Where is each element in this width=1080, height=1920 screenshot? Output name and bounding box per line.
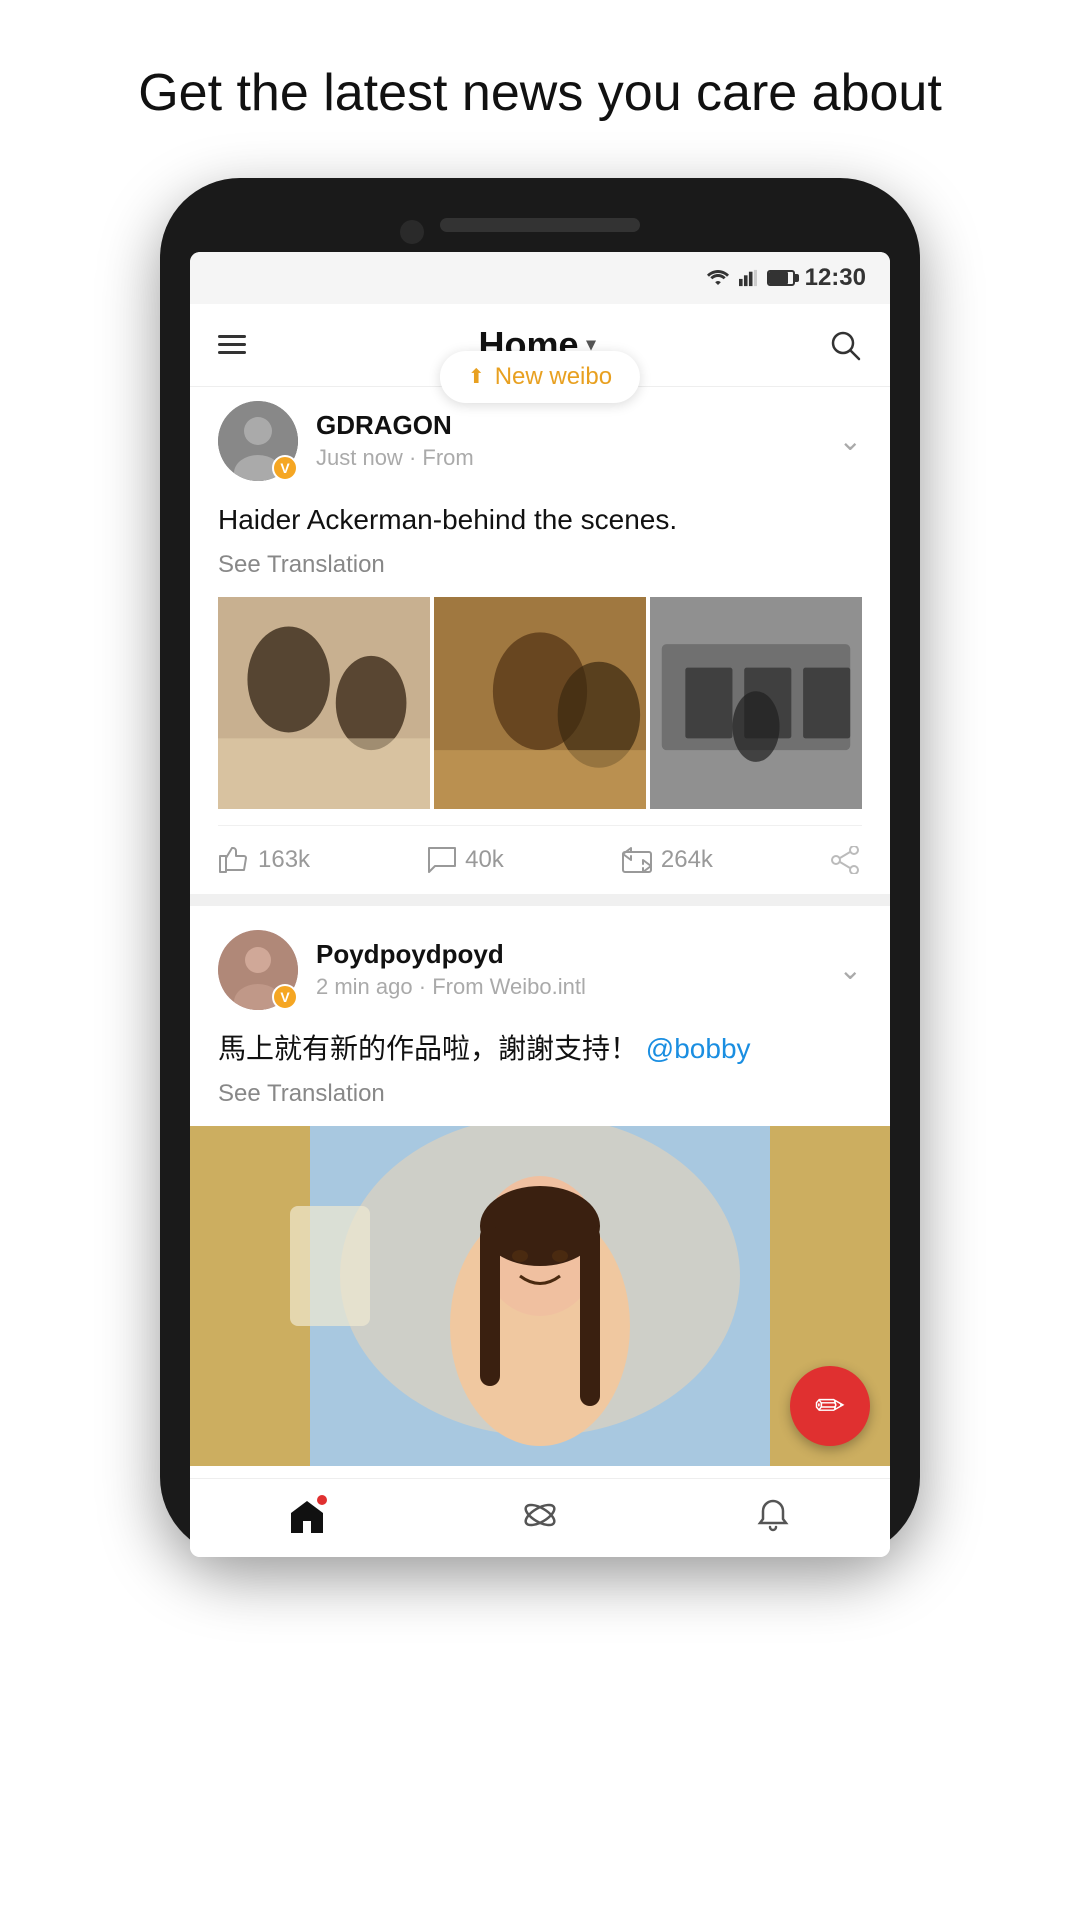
- post-image-2[interactable]: [434, 597, 646, 809]
- post-username: GDRAGON: [316, 410, 839, 441]
- post-content: Haider Ackerman-behind the scenes.: [218, 499, 862, 541]
- toast-arrow-icon: ⬆: [468, 364, 485, 389]
- see-translation-1[interactable]: See Translation: [218, 551, 862, 579]
- post-meta: GDRAGON Just now · From: [316, 410, 839, 471]
- comment-button[interactable]: 40k: [427, 846, 504, 874]
- feed: ⬆ New weibo V: [190, 387, 890, 1466]
- status-time: 12:30: [805, 264, 866, 292]
- avatar-wrap: V: [218, 401, 298, 481]
- post-header-2: V Poydpoydpoyd 2 min ago · From Weibo.in…: [218, 930, 862, 1010]
- toast-bubble[interactable]: ⬆ New weibo: [440, 351, 640, 403]
- post-image-single: ✏: [190, 1126, 890, 1466]
- compose-icon: ✏: [815, 1385, 845, 1427]
- post-image-grid: [218, 597, 862, 809]
- nav-discover[interactable]: [522, 1497, 558, 1533]
- share-button[interactable]: [830, 846, 862, 874]
- see-translation-2[interactable]: See Translation: [218, 1080, 862, 1108]
- like-button[interactable]: 163k: [218, 846, 310, 874]
- post-image-4[interactable]: [190, 1126, 890, 1466]
- post-actions: 163k 40k 264k: [218, 825, 862, 894]
- post-info: Just now · From: [316, 445, 839, 471]
- verified-badge: V: [272, 455, 298, 481]
- image-grid-3: [218, 597, 862, 809]
- repost-button[interactable]: 264k: [621, 846, 713, 874]
- verified-badge-2: V: [272, 984, 298, 1010]
- comment-count: 40k: [465, 846, 504, 874]
- nav-home[interactable]: [289, 1497, 325, 1533]
- signal-icon: [739, 269, 757, 287]
- status-icons: 12:30: [707, 264, 866, 292]
- post-2-chevron-icon[interactable]: ⌄: [839, 953, 862, 986]
- menu-button[interactable]: [218, 335, 246, 354]
- post-mention[interactable]: @bobby: [646, 1033, 751, 1064]
- battery-icon: [767, 270, 795, 286]
- avatar-wrap-2: V: [218, 930, 298, 1010]
- bottom-nav: [190, 1478, 890, 1557]
- post-username-2: Poydpoydpoyd: [316, 939, 839, 970]
- nav-notifications[interactable]: [755, 1497, 791, 1533]
- status-bar: 12:30: [190, 252, 890, 304]
- post-info-2: 2 min ago · From Weibo.intl: [316, 974, 839, 1000]
- post-content-2: 馬上就有新的作品啦，謝謝支持！ @bobby: [218, 1028, 862, 1070]
- search-button[interactable]: [828, 328, 862, 362]
- toast-label: New weibo: [495, 363, 612, 391]
- post-chevron-icon[interactable]: ⌄: [839, 424, 862, 457]
- page-headline: Get the latest news you care about: [58, 0, 1022, 178]
- wifi-icon: [707, 269, 729, 287]
- post-card: ⬆ New weibo V: [190, 387, 890, 894]
- phone-screen: 12:30 Home ▾: [190, 252, 890, 1557]
- compose-fab[interactable]: ✏: [790, 1366, 870, 1446]
- post-image-1[interactable]: [218, 597, 430, 809]
- home-notification-dot: [317, 1495, 327, 1505]
- post-meta-2: Poydpoydpoyd 2 min ago · From Weibo.intl: [316, 939, 839, 1000]
- post-card-2: V Poydpoydpoyd 2 min ago · From Weibo.in…: [190, 906, 890, 1466]
- phone-frame: 12:30 Home ▾: [160, 178, 920, 1557]
- phone-camera: [400, 220, 424, 244]
- repost-count: 264k: [661, 846, 713, 874]
- like-count: 163k: [258, 846, 310, 874]
- post-header: V GDRAGON Just now · From ⌄: [218, 401, 862, 481]
- post-image-3[interactable]: [650, 597, 862, 809]
- phone-speaker: [440, 218, 640, 232]
